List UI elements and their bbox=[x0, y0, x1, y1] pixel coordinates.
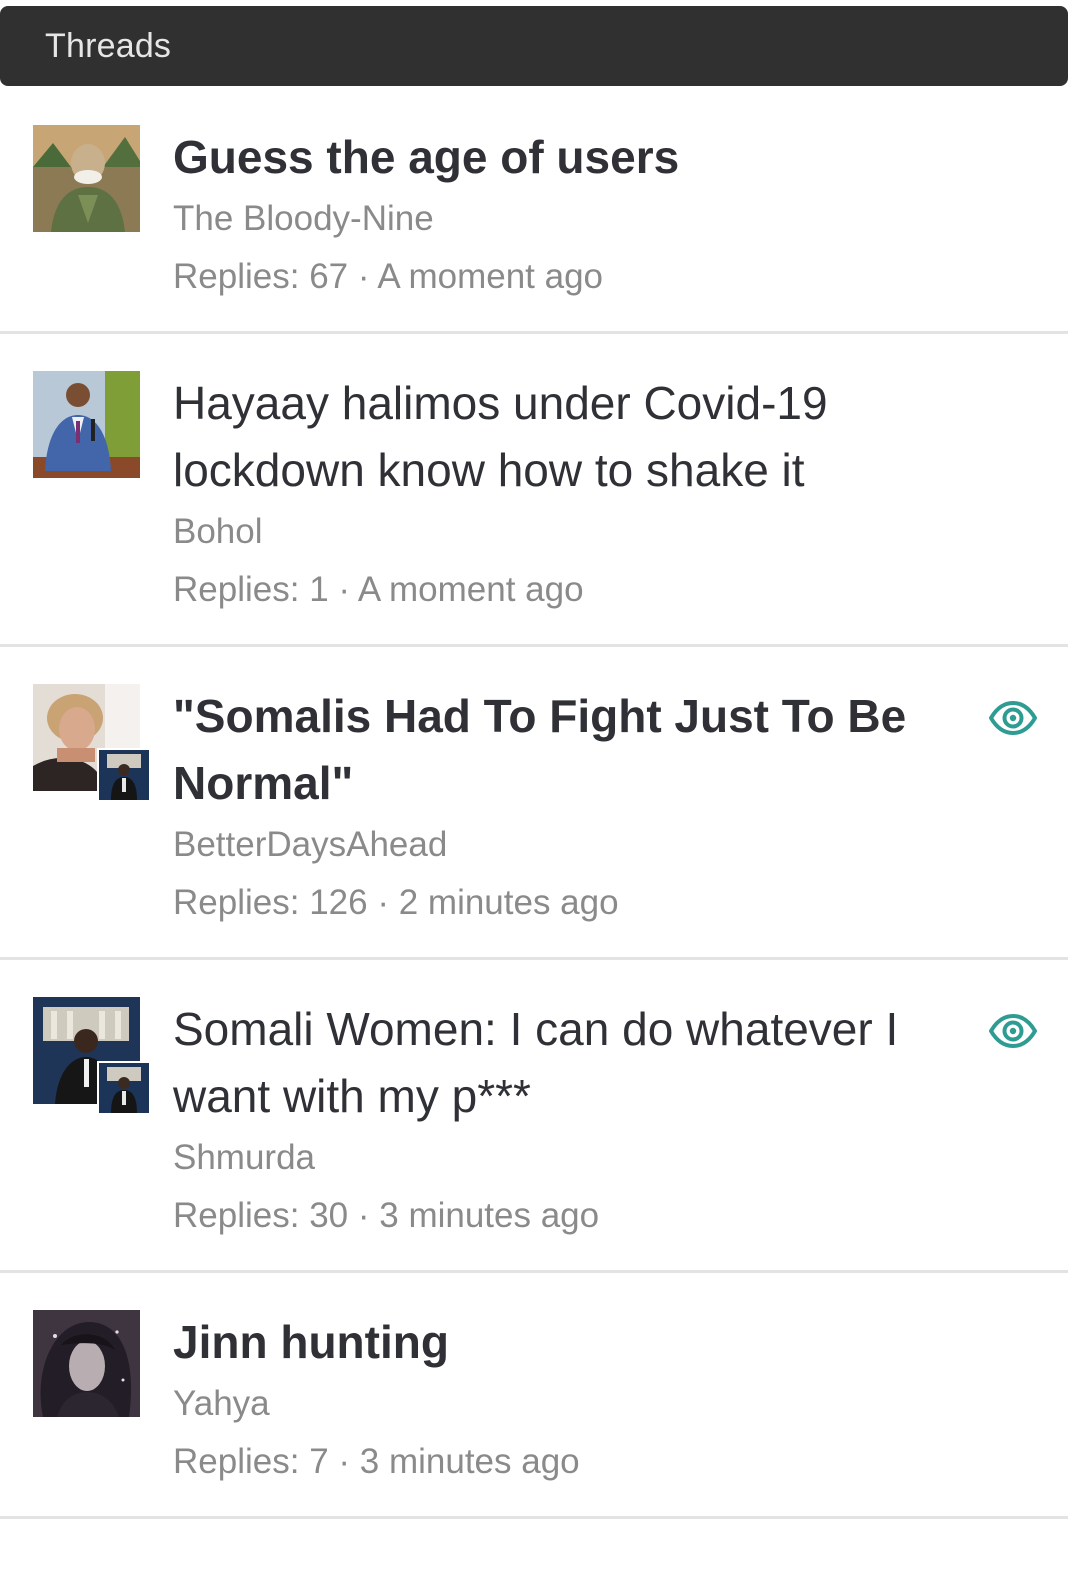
thread-item[interactable]: "Somalis Had To Fight Just To Be Normal"… bbox=[0, 647, 1068, 960]
thread-title[interactable]: Guess the age of users bbox=[173, 124, 948, 191]
thread-meta: Replies: 1 · A moment ago bbox=[173, 570, 948, 610]
thread-meta: Replies: 67 · A moment ago bbox=[173, 257, 948, 297]
replies-label: Replies: bbox=[173, 1442, 300, 1481]
header-title: Threads bbox=[45, 26, 172, 65]
thread-title[interactable]: "Somalis Had To Fight Just To Be Normal" bbox=[173, 683, 948, 817]
meta-separator: · bbox=[357, 257, 370, 296]
thread-author[interactable]: Bohol bbox=[173, 512, 948, 552]
replies-count: 126 bbox=[309, 883, 368, 922]
meta-separator: · bbox=[357, 1196, 370, 1235]
meta-separator: · bbox=[377, 883, 389, 922]
last-poster-avatar[interactable] bbox=[97, 748, 151, 802]
thread-list: Guess the age of users The Bloody-Nine R… bbox=[0, 88, 1068, 1519]
thread-author[interactable]: Yahya bbox=[173, 1384, 948, 1424]
threads-page: Threads Guess the age of users The Blood… bbox=[0, 0, 1080, 1585]
thread-author[interactable]: The Bloody-Nine bbox=[173, 199, 948, 239]
replies-count: 1 bbox=[309, 570, 329, 609]
user-avatar[interactable] bbox=[33, 1310, 140, 1417]
user-avatar[interactable] bbox=[33, 125, 140, 232]
replies-label: Replies: bbox=[173, 570, 300, 609]
thread-meta: Replies: 7 · 3 minutes ago bbox=[173, 1442, 948, 1482]
thread-author[interactable]: BetterDaysAhead bbox=[173, 825, 948, 865]
thread-author[interactable]: Shmurda bbox=[173, 1138, 948, 1178]
thread-title[interactable]: Hayaay halimos under Covid-19 lockdown k… bbox=[173, 370, 948, 504]
thread-meta: Replies: 126 · 2 minutes ago bbox=[173, 883, 948, 923]
last-activity-time[interactable]: A moment ago bbox=[377, 257, 603, 296]
eye-icon[interactable] bbox=[988, 1013, 1038, 1049]
replies-count: 30 bbox=[309, 1196, 349, 1235]
last-activity-time[interactable]: 3 minutes ago bbox=[379, 1196, 599, 1235]
user-avatar-image bbox=[33, 125, 140, 232]
last-poster-avatar-image bbox=[99, 1063, 149, 1113]
thread-item[interactable]: Somali Women: I can do whatever I want w… bbox=[0, 960, 1068, 1273]
last-poster-avatar-image bbox=[99, 750, 149, 800]
replies-label: Replies: bbox=[173, 1196, 300, 1235]
thread-item[interactable]: Jinn hunting Yahya Replies: 7 · 3 minute… bbox=[0, 1273, 1068, 1519]
replies-count: 67 bbox=[309, 257, 349, 296]
thread-title[interactable]: Jinn hunting bbox=[173, 1309, 948, 1376]
last-activity-time[interactable]: A moment ago bbox=[358, 570, 584, 609]
thread-title[interactable]: Somali Women: I can do whatever I want w… bbox=[173, 996, 948, 1130]
replies-label: Replies: bbox=[173, 883, 300, 922]
replies-label: Replies: bbox=[173, 257, 300, 296]
thread-item[interactable]: Hayaay halimos under Covid-19 lockdown k… bbox=[0, 334, 1068, 647]
threads-header: Threads bbox=[0, 6, 1068, 86]
last-activity-time[interactable]: 3 minutes ago bbox=[360, 1442, 580, 1481]
thread-item[interactable]: Guess the age of users The Bloody-Nine R… bbox=[0, 88, 1068, 334]
user-avatar-image bbox=[33, 371, 140, 478]
meta-separator: · bbox=[338, 1442, 351, 1481]
last-activity-time[interactable]: 2 minutes ago bbox=[399, 883, 619, 922]
meta-separator: · bbox=[338, 570, 351, 609]
eye-icon[interactable] bbox=[988, 700, 1038, 736]
user-avatar[interactable] bbox=[33, 371, 140, 478]
last-poster-avatar[interactable] bbox=[97, 1061, 151, 1115]
user-avatar-image bbox=[33, 1310, 140, 1417]
thread-meta: Replies: 30 · 3 minutes ago bbox=[173, 1196, 948, 1236]
replies-count: 7 bbox=[309, 1442, 329, 1481]
